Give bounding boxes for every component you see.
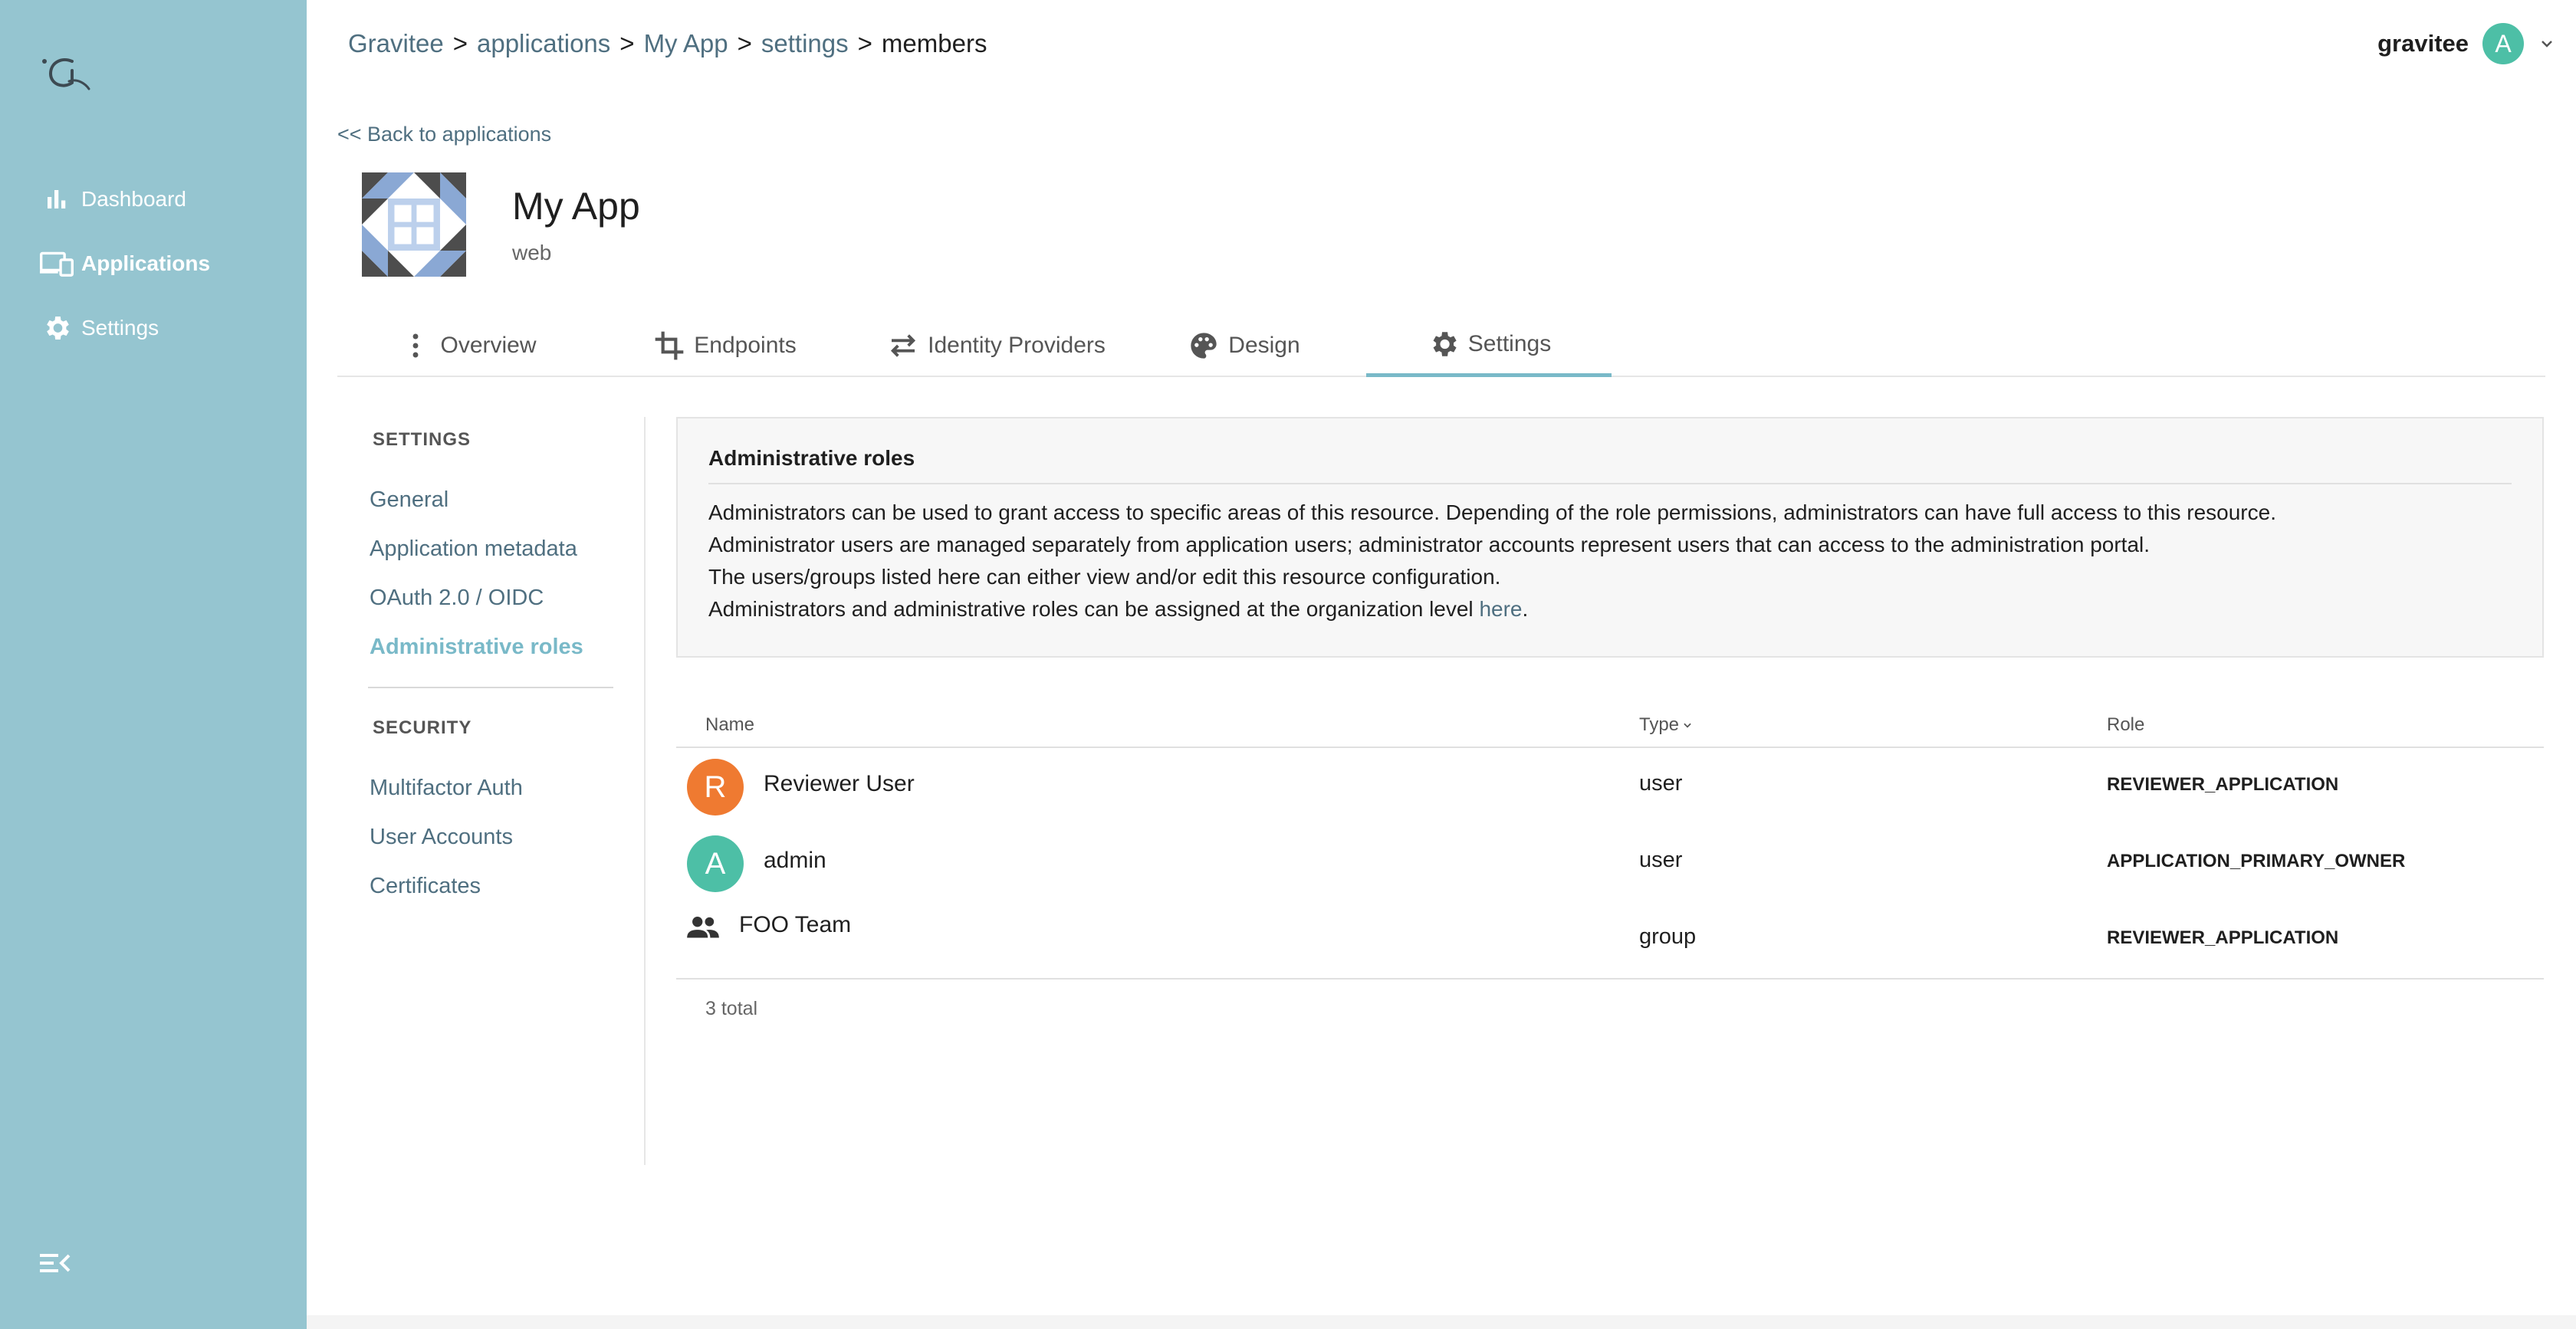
table-header: Name Type Role [676,705,2544,748]
member-role: REVIEWER_APPLICATION [2107,927,2339,948]
breadcrumb-gravitee[interactable]: Gravitee [348,29,444,58]
tab-label: Design [1228,333,1300,358]
group-icon [687,917,719,938]
bottom-bar [307,1315,2576,1329]
info-line: The users/groups listed here can either … [708,565,1501,589]
settings-divider [368,687,613,688]
member-role: APPLICATION_PRIMARY_OWNER [2107,851,2406,871]
sidebar-item-label: Settings [81,316,159,340]
gear-icon [1427,327,1460,361]
breadcrumb-separator: > [619,29,635,57]
info-title: Administrative roles [708,446,2512,484]
gear-icon [38,310,75,346]
info-line-last: Administrators and administrative roles … [708,593,2512,625]
tab-design[interactable]: Design [1181,314,1306,377]
tab-bar: Overview Endpoints Identity Providers De… [337,314,2545,377]
column-header-type-label: Type [1639,714,1680,735]
back-to-applications-link[interactable]: << Back to applications [337,123,551,146]
members-table: Name Type Role R Reviewer User user REVI… [676,705,2544,1036]
security-heading: SECURITY [373,717,472,738]
tab-label: Endpoints [694,333,797,358]
tab-label: Settings [1467,330,1552,356]
user-avatar: A [2482,23,2524,64]
breadcrumb-separator: > [857,29,872,57]
tab-overview[interactable]: Overview [399,314,537,377]
settings-link-multifactor-auth[interactable]: Multifactor Auth [370,776,523,801]
avatar: A [687,835,744,892]
bar-chart-icon [38,181,75,218]
tab-label: Overview [440,333,537,358]
breadcrumb-separator: > [452,29,468,57]
sidebar-item-label: Dashboard [81,187,186,211]
settings-heading: SETTINGS [373,429,472,450]
settings-link-certificates[interactable]: Certificates [370,874,481,899]
table-row[interactable]: R Reviewer User user REVIEWER_APPLICATIO… [676,748,2544,825]
sort-chevron-down-icon [1684,723,1691,728]
vertical-divider [644,417,646,1165]
avatar: R [687,759,744,815]
member-name: FOO Team [739,912,852,937]
info-panel: Administrative roles Administrators can … [676,417,2544,658]
palette-icon [1187,329,1221,363]
app-type: web [512,241,552,264]
breadcrumb: Gravitee > applications > My App > setti… [348,29,987,58]
breadcrumb-settings[interactable]: settings [761,29,849,58]
sidebar-item-settings[interactable]: Settings [38,305,159,351]
settings-link-user-accounts[interactable]: User Accounts [370,825,513,850]
collapse-menu-icon[interactable] [38,1248,72,1278]
breadcrumb-separator: > [737,29,752,57]
info-line-suffix: . [1522,597,1529,621]
sidebar-item-label: Applications [81,251,211,275]
info-line: Administrator users are managed separate… [708,533,2150,556]
settings-link-administrative-roles[interactable]: Administrative roles [370,635,583,660]
column-header-name[interactable]: Name [705,714,754,736]
tab-settings[interactable]: Settings [1366,314,1612,377]
more-vert-icon [399,329,432,363]
member-type: user [1639,848,1683,872]
member-name: admin [764,848,826,873]
column-header-role[interactable]: Role [2107,714,2144,736]
swap-icon [886,329,920,363]
user-menu[interactable]: gravitee A [2377,23,2556,64]
tab-identity-providers[interactable]: Identity Providers [863,314,1129,377]
sidebar-item-applications[interactable]: Applications [38,241,210,287]
table-row[interactable]: A admin user APPLICATION_PRIMARY_OWNER [676,825,2544,901]
breadcrumb-applications[interactable]: applications [477,29,610,58]
settings-link-oauth[interactable]: OAuth 2.0 / OIDC [370,586,544,611]
settings-link-application-metadata[interactable]: Application metadata [370,537,577,562]
member-role: REVIEWER_APPLICATION [2107,774,2339,795]
devices-icon [38,245,75,282]
user-name: gravitee [2377,30,2469,57]
crop-icon [652,329,686,363]
tab-endpoints[interactable]: Endpoints [629,314,820,377]
chevron-down-icon [2542,41,2552,48]
table-footer: 3 total [676,978,2544,1036]
organization-here-link[interactable]: here [1479,597,1522,621]
breadcrumb-members: members [881,29,987,57]
gravitee-logo-icon[interactable] [38,51,100,97]
member-type: group [1639,924,1697,949]
app-title: My App [512,185,640,228]
member-type: user [1639,771,1683,796]
info-line-prefix: Administrators and administrative roles … [708,597,1480,621]
app-logo [362,172,466,277]
column-header-type[interactable]: Type [1639,714,1693,736]
settings-link-general[interactable]: General [370,487,449,513]
total-count: 3 total [705,998,758,1019]
table-row[interactable]: FOO Team group REVIEWER_APPLICATION [676,901,2544,978]
breadcrumb-my-app[interactable]: My App [644,29,728,58]
member-name: Reviewer User [764,771,915,796]
tab-label: Identity Providers [928,333,1106,358]
info-line: Administrators can be used to grant acce… [708,500,2276,524]
sidebar-item-dashboard[interactable]: Dashboard [38,176,186,222]
sidebar: Dashboard Applications Settings [0,0,307,1329]
